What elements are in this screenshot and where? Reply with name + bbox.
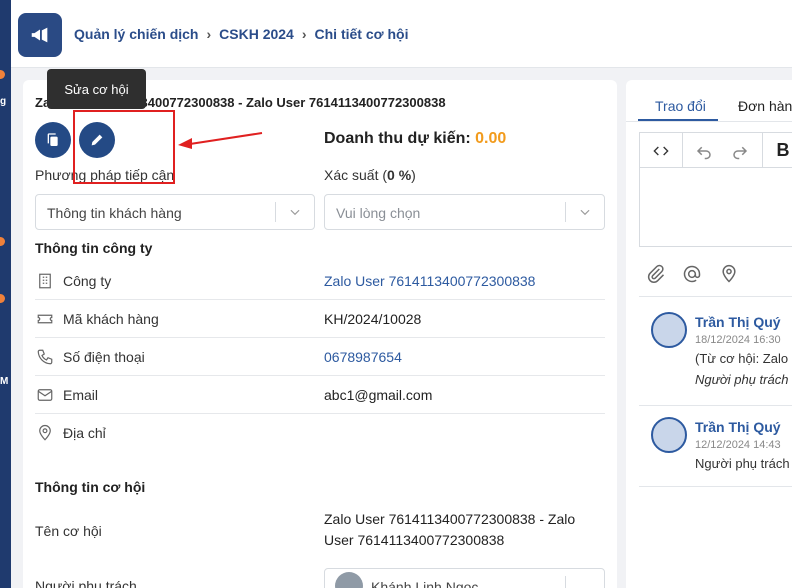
activity-panel: Trao đổi Đơn hàng B Trần Thị Quý 18/12/2… xyxy=(626,80,792,588)
expected-revenue: Doanh thu dự kiến: 0.00 xyxy=(324,130,506,148)
notification-dot xyxy=(0,237,5,246)
opportunity-section-title: Thông tin cơ hội xyxy=(35,479,146,495)
revenue-label: Doanh thu dự kiến: xyxy=(324,130,471,147)
approach-select-value: Thông tin khách hàng xyxy=(47,205,182,221)
breadcrumb: Quản lý chiến dịch › CSKH 2024 › Chi tiế… xyxy=(74,26,408,42)
avatar xyxy=(335,572,363,588)
phone-label: Số điện thoại xyxy=(63,349,145,365)
comment-editor[interactable]: B xyxy=(639,132,792,247)
approach-select[interactable]: Thông tin khách hàng xyxy=(35,194,315,230)
customer-code-value: KH/2024/10028 xyxy=(324,311,422,327)
comment-time: 18/12/2024 16:30 xyxy=(695,334,781,346)
campaign-app-button[interactable] xyxy=(18,13,62,57)
comment-author[interactable]: Trần Thị Quý xyxy=(695,419,781,435)
company-section-title: Thông tin công ty xyxy=(35,240,153,256)
email-value: abc1@gmail.com xyxy=(324,387,433,403)
comment-divider xyxy=(639,405,792,406)
tab-divider xyxy=(626,121,792,122)
ticket-icon xyxy=(37,314,53,324)
comment-text: Người phụ trách xyxy=(695,372,789,387)
bold-button[interactable]: B xyxy=(768,133,792,168)
building-icon xyxy=(39,273,51,289)
comment-divider xyxy=(639,296,792,297)
page-header: Quản lý chiến dịch › CSKH 2024 › Chi tiế… xyxy=(11,0,792,68)
email-label: Email xyxy=(63,387,99,403)
chevron-right-icon: › xyxy=(206,26,212,42)
notification-dot xyxy=(0,70,5,79)
location-icon[interactable] xyxy=(719,264,739,284)
copy-icon xyxy=(47,133,58,146)
mention-icon[interactable] xyxy=(682,264,702,284)
annotation-highlight-box xyxy=(73,110,175,184)
comment-text: (Từ cơ hội: Zalo xyxy=(695,351,789,366)
company-link[interactable]: Zalo User 7614113400772300838 xyxy=(324,273,535,289)
address-row: Địa chỉ xyxy=(35,414,605,452)
probability-select[interactable]: Vui lòng chọn xyxy=(324,194,605,230)
phone-link[interactable]: 0678987654 xyxy=(324,349,402,365)
chevron-right-icon: › xyxy=(301,26,307,42)
chevron-down-icon xyxy=(290,209,300,216)
notification-dot xyxy=(0,294,5,303)
email-row: Email abc1@gmail.com xyxy=(35,376,605,414)
redo-icon xyxy=(733,146,748,159)
address-label: Địa chỉ xyxy=(63,425,106,441)
paperclip-icon[interactable] xyxy=(646,264,666,284)
code-icon xyxy=(653,146,669,155)
comment-item: Trần Thị Quý 18/12/2024 16:30 (Từ cơ hội… xyxy=(639,312,792,392)
phone-icon xyxy=(37,349,53,365)
editor-toolbar: B xyxy=(640,133,792,168)
edit-tooltip: Sửa cơ hội xyxy=(47,69,146,109)
tab-discussion[interactable]: Trao đổi xyxy=(655,98,706,114)
tab-orders[interactable]: Đơn hàng xyxy=(738,98,792,114)
location-icon xyxy=(39,424,51,441)
comment-text: Người phụ trách xyxy=(695,456,790,471)
avatar xyxy=(651,312,687,348)
code-view-button[interactable] xyxy=(640,133,682,168)
copy-button[interactable] xyxy=(35,122,71,158)
opportunity-name-label: Tên cơ hội xyxy=(35,523,102,539)
comment-item: Trần Thị Quý 12/12/2024 14:43 Người phụ … xyxy=(639,417,792,487)
comment-time: 12/12/2024 14:43 xyxy=(695,439,781,451)
redo-button[interactable] xyxy=(722,133,758,168)
breadcrumb-campaigns[interactable]: Quản lý chiến dịch xyxy=(74,26,198,42)
megaphone-icon xyxy=(31,27,48,43)
opportunity-name-value: Zalo User 7614113400772300838 - Zalo Use… xyxy=(324,511,576,548)
mail-icon xyxy=(37,389,53,401)
owner-label: Người phụ trách xyxy=(35,578,137,588)
company-label: Công ty xyxy=(63,273,112,289)
sidebar-fragment: M xyxy=(0,376,9,387)
customer-code-row: Mã khách hàng KH/2024/10028 xyxy=(35,300,605,338)
breadcrumb-cskh[interactable]: CSKH 2024 xyxy=(219,26,294,42)
active-tab-indicator xyxy=(638,119,718,121)
company-row: Công ty Zalo User 7614113400772300838 xyxy=(35,262,605,300)
phone-row: Số điện thoại 0678987654 xyxy=(35,338,605,376)
undo-button[interactable] xyxy=(686,133,722,168)
chevron-down-icon xyxy=(580,209,590,216)
breadcrumb-current: Chi tiết cơ hội xyxy=(314,26,409,42)
annotation-arrow-icon xyxy=(178,132,263,149)
owner-select-value: Khánh Linh Ngọc xyxy=(371,579,479,588)
comment-divider xyxy=(639,486,792,487)
probability-label: Xác suất (0 %) xyxy=(324,167,416,183)
probability-placeholder: Vui lòng chọn xyxy=(336,205,421,221)
undo-icon xyxy=(696,146,711,159)
comment-author[interactable]: Trần Thị Quý xyxy=(695,314,781,330)
revenue-value: 0.00 xyxy=(475,130,507,147)
owner-select[interactable]: Khánh Linh Ngọc xyxy=(324,568,605,588)
app-sidebar-strip: g M xyxy=(0,0,11,588)
customer-code-label: Mã khách hàng xyxy=(63,311,159,327)
sidebar-fragment: g xyxy=(0,96,7,107)
avatar xyxy=(651,417,687,453)
